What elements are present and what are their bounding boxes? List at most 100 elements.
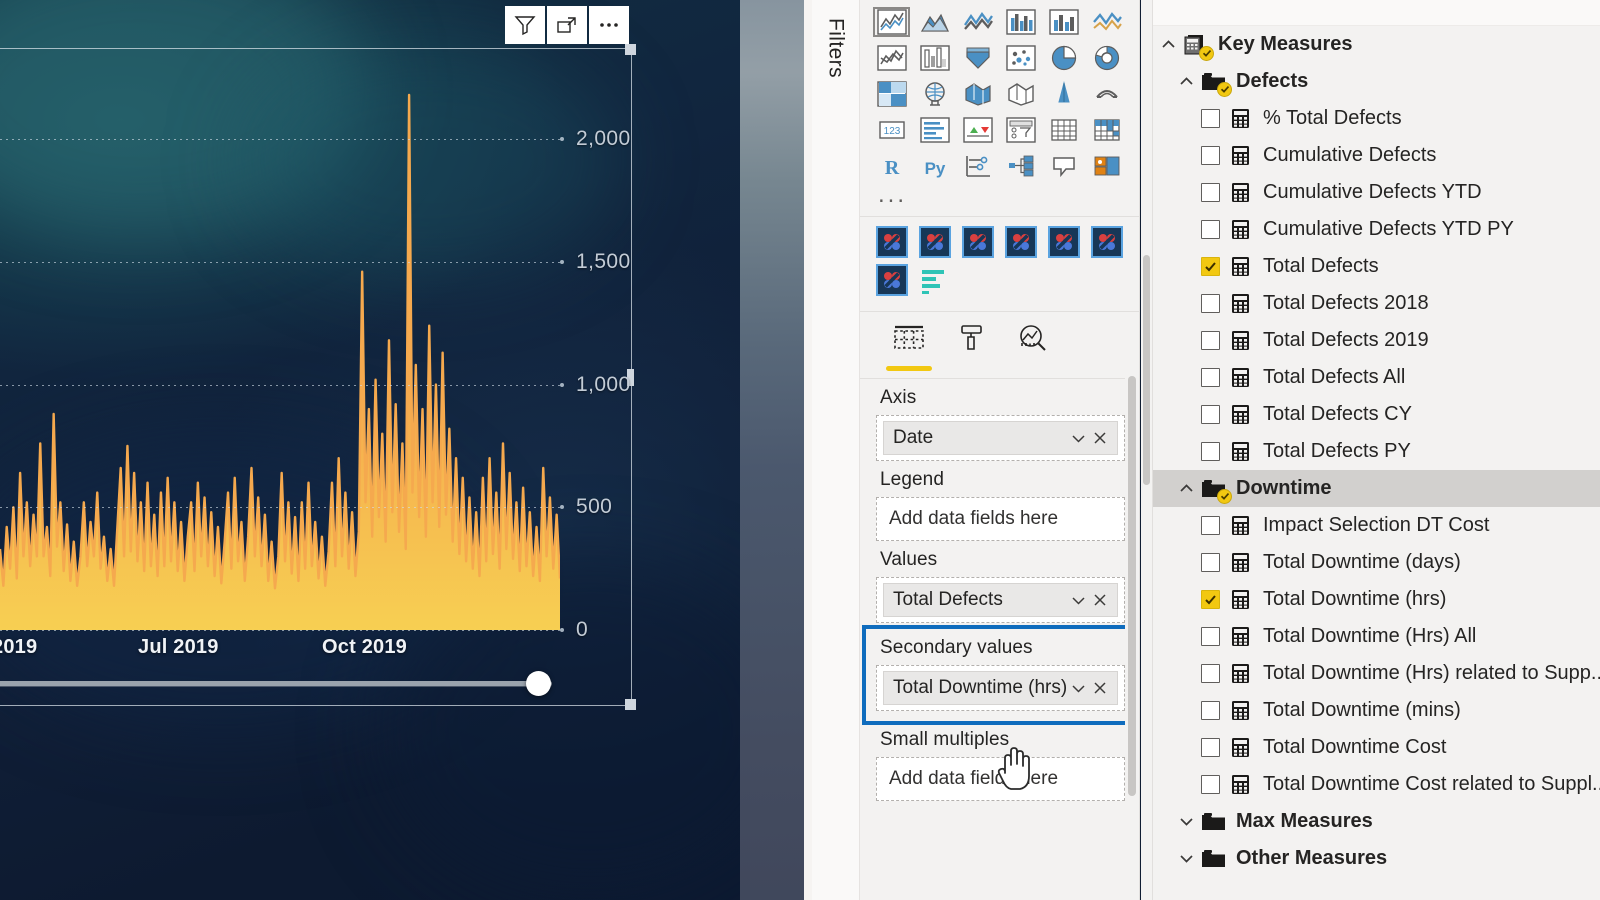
stacked-area-chart-icon[interactable] (956, 40, 999, 76)
chevron-up-icon[interactable] (1153, 35, 1183, 54)
filters-pane-collapsed[interactable]: Filters (812, 0, 860, 900)
field-checkbox[interactable] (1201, 775, 1220, 794)
analytics-tab-icon[interactable] (1002, 322, 1064, 374)
fields-pane[interactable]: Key Measures Defects % Total Defects Cumula… (1141, 0, 1600, 900)
custom-visuals-row[interactable] (860, 217, 1139, 307)
field-checkbox[interactable] (1201, 220, 1220, 239)
field-row-impact-selection-dt-cost[interactable]: Impact Selection DT Cost (1141, 507, 1600, 544)
well-dropzone[interactable]: Total Downtime (hrs) (876, 665, 1125, 711)
line-chart-icon[interactable] (870, 40, 913, 76)
100-stacked-column-chart-icon[interactable] (1085, 4, 1128, 40)
kpi-icon[interactable]: Py (913, 148, 956, 184)
visualizations-pane[interactable]: 123 R Py ... Axis Date Legend Add data f… (860, 0, 1140, 900)
focus-mode-icon[interactable] (547, 6, 587, 44)
field-row-total-defects-cy[interactable]: Total Defects CY (1141, 396, 1600, 433)
pane-tabs[interactable] (860, 312, 1139, 374)
field-row-cumulative-defects[interactable]: Cumulative Defects (1141, 137, 1600, 174)
clustered-column-chart-icon[interactable] (999, 4, 1042, 40)
fields-list[interactable]: Key Measures Defects % Total Defects Cumula… (1141, 26, 1600, 877)
field-checkbox[interactable] (1201, 146, 1220, 165)
custom-visual-icon[interactable] (1085, 223, 1128, 261)
slicer-icon[interactable] (956, 148, 999, 184)
well-dropzone[interactable]: Date (876, 415, 1125, 461)
area-chart-icon[interactable] (913, 40, 956, 76)
chevron-down-icon[interactable] (1067, 427, 1089, 449)
well-dropzone[interactable]: Total Defects (876, 577, 1125, 623)
100-stacked-bar-chart-icon[interactable] (1042, 4, 1085, 40)
custom-visual-icon[interactable] (870, 261, 913, 299)
visualization-gallery[interactable]: 123 R Py ... (860, 0, 1139, 212)
gauge-icon[interactable] (1042, 112, 1085, 148)
field-row-total-downtime-hrs-all[interactable]: Total Downtime (Hrs) All (1141, 618, 1600, 655)
field-row-total-defects-2019[interactable]: Total Defects 2019 (1141, 322, 1600, 359)
donut-chart-icon[interactable] (1042, 76, 1085, 112)
funnel-chart-icon[interactable] (913, 76, 956, 112)
scrollbar-thumb[interactable] (1128, 376, 1136, 796)
custom-visual-icon[interactable] (870, 223, 913, 261)
well-values[interactable]: Values Total Defects (876, 549, 1125, 623)
report-canvas[interactable]: 2,000 1,500 1,000 500 0 2019 Jul 2019 Oct 2019 (0, 0, 812, 900)
r-script-visual-icon[interactable] (1085, 148, 1128, 184)
filled-map-icon[interactable] (913, 112, 956, 148)
field-row-total-downtime-cost[interactable]: Total Downtime Cost (1141, 729, 1600, 766)
stacked-bar-chart-icon[interactable] (870, 4, 913, 40)
field-row-total-downtime-mins[interactable]: Total Downtime (mins) (1141, 692, 1600, 729)
chevron-down-icon[interactable] (1171, 812, 1201, 831)
more-visuals-button[interactable]: ... (870, 183, 1129, 212)
well-small-multiples[interactable]: Small multiples Add data fields here (876, 729, 1125, 801)
field-row-total-downtime-cost-related-to-suppl[interactable]: Total Downtime Cost related to Suppl... (1141, 766, 1600, 803)
well-secondary-values[interactable]: Secondary values Total Downtime (hrs) (862, 625, 1139, 725)
field-row-max-measures[interactable]: Max Measures (1141, 803, 1600, 840)
resize-handle-bottom-right[interactable] (625, 699, 636, 710)
field-chip[interactable]: Total Defects (883, 583, 1118, 617)
chevron-up-icon[interactable] (1171, 72, 1201, 91)
field-row-cumulative-defects-ytd-py[interactable]: Cumulative Defects YTD PY (1141, 211, 1600, 248)
table-icon[interactable] (999, 148, 1042, 184)
custom-visual-icon[interactable] (913, 223, 956, 261)
field-row-total-defects-py[interactable]: Total Defects PY (1141, 433, 1600, 470)
filter-icon[interactable] (505, 6, 545, 44)
scatter-chart-icon[interactable] (956, 76, 999, 112)
chevron-down-icon[interactable] (1067, 589, 1089, 611)
well-dropzone-placeholder[interactable]: Add data fields here (876, 757, 1125, 801)
card-icon[interactable] (1085, 112, 1128, 148)
custom-visual-icon[interactable] (999, 223, 1042, 261)
ribbon-chart-icon[interactable] (1085, 40, 1128, 76)
well-axis[interactable]: Axis Date (876, 387, 1125, 461)
field-row--total-defects[interactable]: % Total Defects (1141, 100, 1600, 137)
field-checkbox[interactable] (1201, 738, 1220, 757)
chevron-up-icon[interactable] (1171, 479, 1201, 498)
pie-chart-icon[interactable] (999, 76, 1042, 112)
close-icon[interactable] (1089, 677, 1111, 699)
more-options-icon[interactable] (589, 6, 629, 44)
field-checkbox[interactable] (1201, 516, 1220, 535)
field-checkbox[interactable] (1201, 405, 1220, 424)
field-checkbox[interactable] (1201, 368, 1220, 387)
field-chip[interactable]: Date (883, 421, 1118, 455)
clustered-bar-chart-icon[interactable] (956, 4, 999, 40)
shape-map-icon[interactable] (956, 112, 999, 148)
line-chart-plot[interactable]: 2,000 1,500 1,000 500 0 (0, 90, 630, 641)
line-stacked-column-chart-icon[interactable] (999, 40, 1042, 76)
well-dropzone-placeholder[interactable]: Add data fields here (876, 497, 1125, 541)
field-checkbox[interactable] (1201, 664, 1220, 683)
well-legend[interactable]: Legend Add data fields here (876, 469, 1125, 541)
field-row-total-defects-2018[interactable]: Total Defects 2018 (1141, 285, 1600, 322)
field-checkbox[interactable] (1201, 183, 1220, 202)
field-row-total-defects[interactable]: Total Defects (1141, 248, 1600, 285)
scrollbar-thumb[interactable] (1143, 255, 1150, 485)
field-row-key-measures[interactable]: Key Measures (1141, 26, 1600, 63)
custom-visual-icon[interactable] (1042, 223, 1085, 261)
zoom-slider-track[interactable] (0, 681, 552, 686)
matrix-icon[interactable] (1042, 148, 1085, 184)
visual-header-toolbar[interactable] (505, 6, 629, 44)
field-checkbox[interactable] (1201, 442, 1220, 461)
treemap-icon[interactable] (1085, 76, 1128, 112)
close-icon[interactable] (1089, 427, 1111, 449)
field-row-other-measures[interactable]: Other Measures (1141, 840, 1600, 877)
field-row-downtime[interactable]: Downtime (1141, 470, 1600, 507)
field-checkbox[interactable] (1201, 590, 1220, 609)
close-icon[interactable] (1089, 589, 1111, 611)
field-checkbox[interactable] (1201, 257, 1220, 276)
field-row-total-defects-all[interactable]: Total Defects All (1141, 359, 1600, 396)
